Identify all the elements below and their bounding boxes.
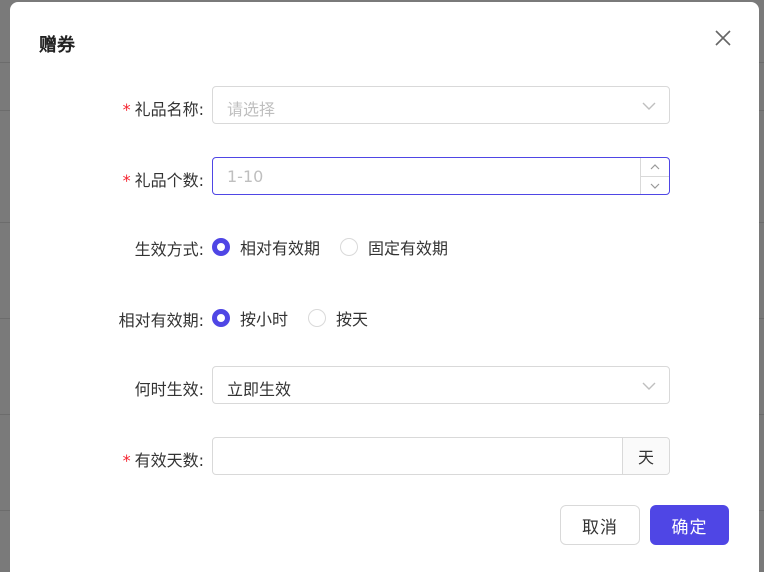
radio-dot-checked xyxy=(212,309,230,327)
gift-name-placeholder: 请选择 xyxy=(227,100,276,119)
required-mark: * xyxy=(122,171,131,190)
radio-dot-checked xyxy=(212,238,230,256)
gift-coupon-dialog: 赠券 *礼品名称: 请选择 *礼品个数: 1-10 生效方式: 相对有效期 xyxy=(10,2,759,572)
relative-period-radio-group: 按小时 按天 xyxy=(212,306,388,330)
radio-fixed-period[interactable]: 固定有效期 xyxy=(340,235,448,259)
gift-count-label: * 礼品个数: xyxy=(122,171,204,190)
decrement-button[interactable] xyxy=(641,176,669,194)
cancel-button[interactable]: 取消 xyxy=(560,505,640,545)
when-effective-label: 何时生效: xyxy=(134,380,204,399)
radio-dot xyxy=(308,309,327,327)
chevron-down-icon xyxy=(650,183,660,189)
gift-name-select[interactable]: 请选择 xyxy=(212,86,670,124)
radio-by-hour[interactable]: 按小时 xyxy=(212,306,288,330)
when-effective-select[interactable]: 立即生效 xyxy=(212,366,670,404)
radio-label: 相对有效期 xyxy=(240,239,321,258)
confirm-button[interactable]: 确定 xyxy=(650,505,729,545)
radio-by-day[interactable]: 按天 xyxy=(308,306,368,330)
effect-mode-radio-group: 相对有效期 固定有效期 xyxy=(212,235,468,259)
close-icon[interactable] xyxy=(712,27,734,49)
radio-relative-period[interactable]: 相对有效期 xyxy=(212,235,320,259)
valid-days-label: * 有效天数: xyxy=(122,451,204,470)
increment-button[interactable] xyxy=(641,158,669,176)
radio-dot xyxy=(340,238,359,256)
when-effective-value: 立即生效 xyxy=(227,380,292,399)
chevron-down-icon xyxy=(642,382,656,390)
radio-label: 固定有效期 xyxy=(368,239,449,258)
valid-days-input[interactable]: 天 xyxy=(212,437,670,475)
required-mark: * xyxy=(122,451,131,470)
effect-mode-label: 生效方式: xyxy=(134,240,204,259)
gift-count-placeholder: 1-10 xyxy=(227,167,264,186)
valid-days-suffix: 天 xyxy=(622,438,669,474)
chevron-down-icon xyxy=(642,102,656,110)
chevron-up-icon xyxy=(650,164,660,170)
radio-label: 按小时 xyxy=(240,310,289,329)
gift-count-input[interactable]: 1-10 xyxy=(212,157,670,195)
required-mark: * xyxy=(122,100,131,119)
relative-period-label: 相对有效期: xyxy=(118,311,204,330)
radio-label: 按天 xyxy=(336,310,369,329)
gift-count-stepper xyxy=(640,158,669,194)
gift-name-label: * 礼品名称: xyxy=(122,100,204,119)
dialog-title: 赠券 xyxy=(39,35,75,56)
